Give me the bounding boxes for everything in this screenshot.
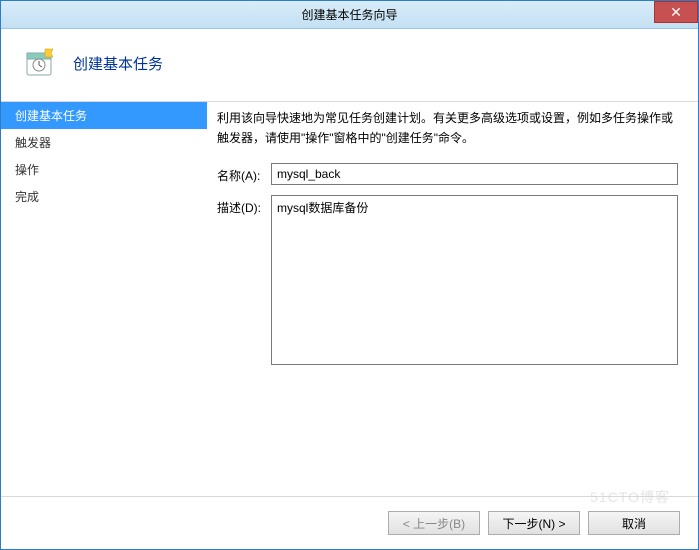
intro-text: 利用该向导快速地为常见任务创建计划。有关更多高级选项或设置，例如多任务操作或触发… — [217, 108, 678, 149]
name-input[interactable] — [271, 163, 678, 185]
sidebar-item-finish[interactable]: 完成 — [1, 183, 207, 210]
close-icon: ✕ — [670, 4, 682, 21]
description-row: 描述(D): — [217, 195, 678, 365]
description-label: 描述(D): — [217, 195, 271, 216]
watermark: 51CTO博客 — [590, 487, 670, 507]
sidebar-item-create-basic-task[interactable]: 创建基本任务 — [1, 102, 207, 129]
sidebar-item-action[interactable]: 操作 — [1, 156, 207, 183]
name-label: 名称(A): — [217, 163, 271, 184]
wizard-window: 创建基本任务向导 ✕ 创建基本任务 创建基本任务 触发器 操作 完成 利用该 — [0, 0, 699, 550]
titlebar: 创建基本任务向导 ✕ — [1, 1, 698, 29]
next-button[interactable]: 下一步(N) > — [488, 511, 580, 535]
page-title: 创建基本任务 — [73, 53, 163, 74]
wizard-body: 创建基本任务 触发器 操作 完成 利用该向导快速地为常见任务创建计划。有关更多高… — [1, 102, 698, 482]
sidebar-item-trigger[interactable]: 触发器 — [1, 129, 207, 156]
cancel-button[interactable]: 取消 — [588, 511, 680, 535]
sidebar: 创建基本任务 触发器 操作 完成 — [1, 102, 207, 482]
description-textarea[interactable] — [271, 195, 678, 365]
button-row: < 上一步(B) 下一步(N) > 取消 — [388, 511, 680, 535]
window-title: 创建基本任务向导 — [1, 6, 698, 23]
wizard-header: 创建基本任务 — [1, 29, 698, 101]
name-row: 名称(A): — [217, 163, 678, 185]
back-button: < 上一步(B) — [388, 511, 480, 535]
footer-divider — [1, 496, 698, 497]
wizard-icon — [25, 47, 57, 79]
close-button[interactable]: ✕ — [654, 1, 698, 23]
content-panel: 利用该向导快速地为常见任务创建计划。有关更多高级选项或设置，例如多任务操作或触发… — [207, 102, 698, 482]
